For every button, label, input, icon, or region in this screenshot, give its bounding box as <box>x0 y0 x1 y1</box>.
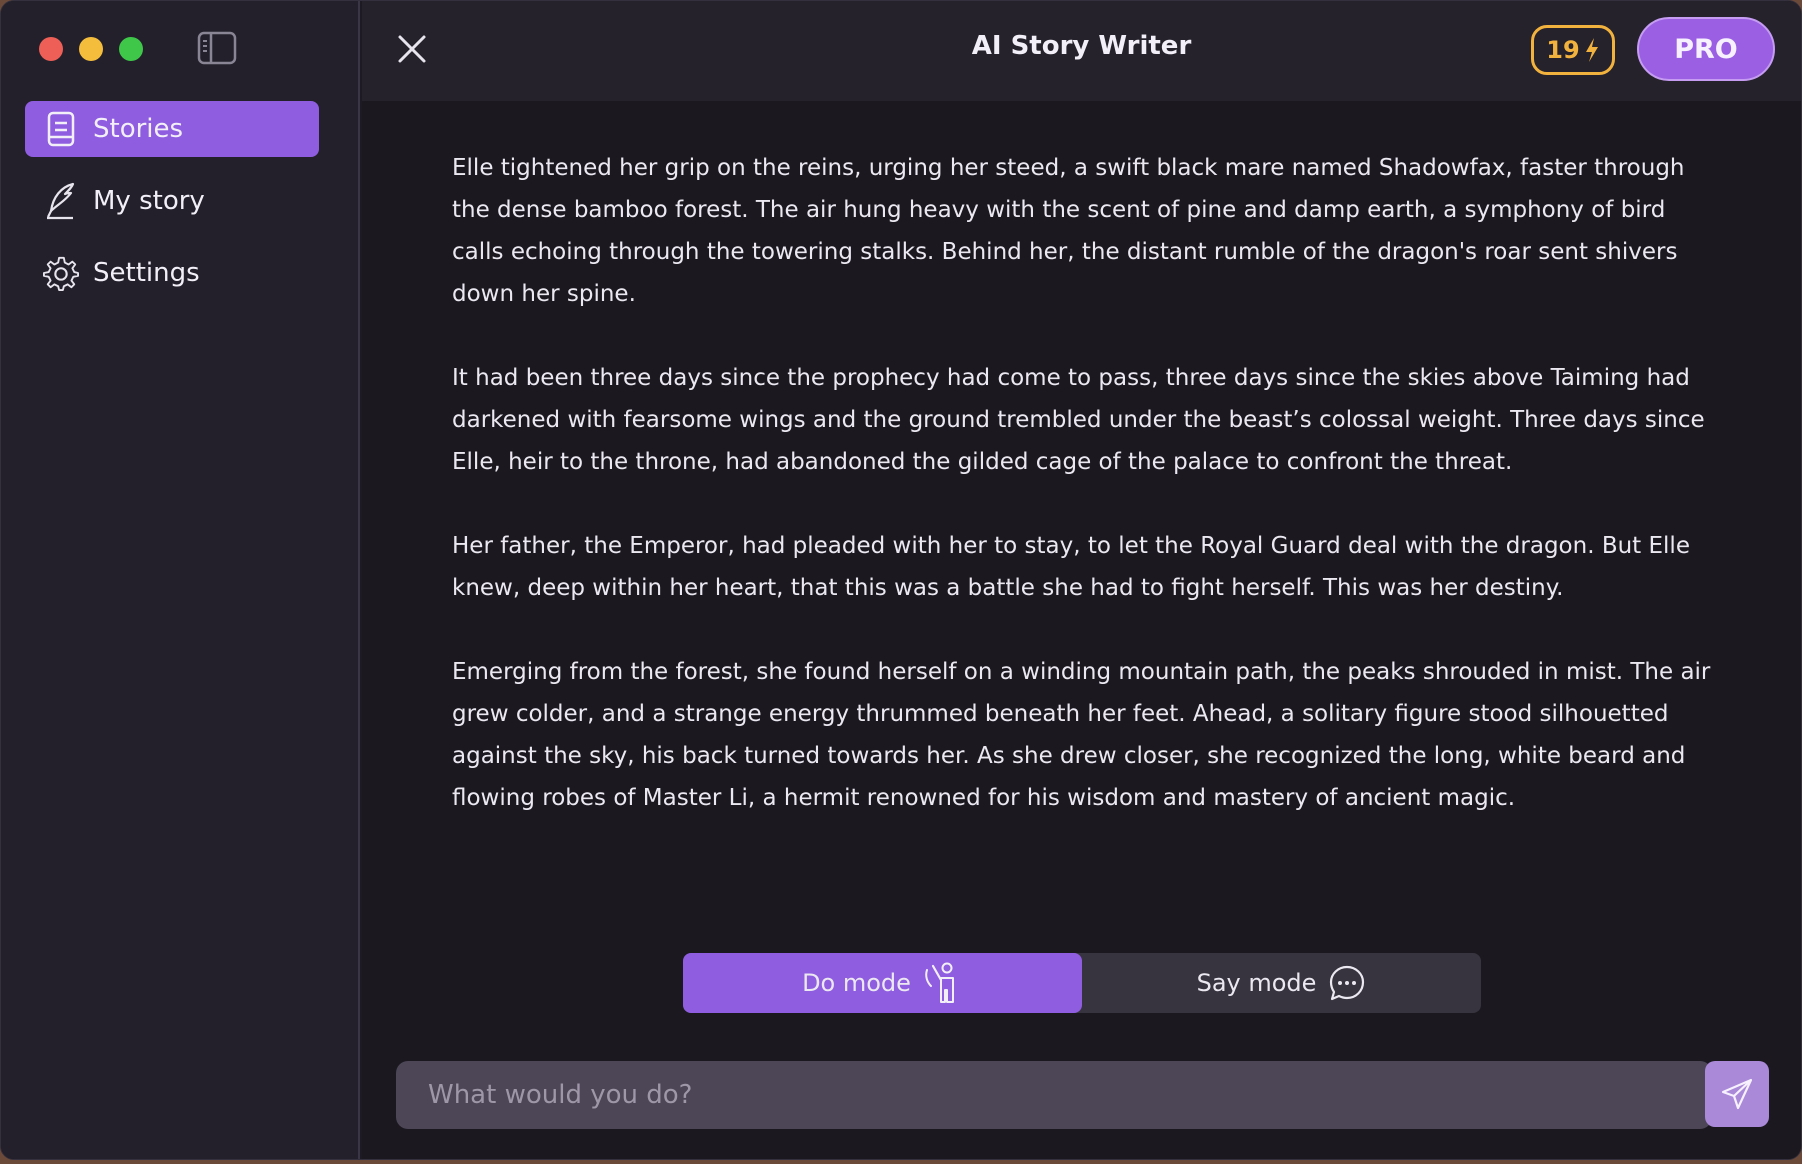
credits-count: 19 <box>1546 36 1580 64</box>
say-mode-label: Say mode <box>1196 969 1317 997</box>
sidebar: Stories My story Settings <box>1 1 360 1159</box>
window-controls <box>39 37 143 61</box>
do-mode-label: Do mode <box>802 969 911 997</box>
person-waving-icon <box>925 962 954 1003</box>
sidebar-item-settings[interactable]: Settings <box>25 245 319 301</box>
sidebar-item-label: My story <box>93 186 205 216</box>
send-button[interactable] <box>1705 1061 1769 1127</box>
credits-badge[interactable]: 19 <box>1531 25 1615 75</box>
send-icon <box>1721 1078 1753 1110</box>
say-mode-button[interactable]: Say mode <box>1082 953 1481 1013</box>
do-mode-button[interactable]: Do mode <box>683 953 1082 1013</box>
main-panel: AI Story Writer 19 PRO Elle tightened he… <box>362 1 1801 1159</box>
close-window-button[interactable] <box>39 37 63 61</box>
gear-icon <box>43 255 79 292</box>
speech-bubble-icon <box>1330 965 1365 1001</box>
sidebar-item-stories[interactable]: Stories <box>25 101 319 157</box>
action-input-container <box>396 1061 1712 1129</box>
story-content: Elle tightened her grip on the reins, ur… <box>452 147 1722 861</box>
maximize-window-button[interactable] <box>119 37 143 61</box>
sidebar-toggle-icon[interactable] <box>197 31 237 65</box>
story-paragraph: It had been three days since the prophec… <box>452 365 1705 475</box>
story-paragraph: Her father, the Emperor, had pleaded wit… <box>452 533 1690 601</box>
sidebar-item-label: Stories <box>93 114 184 144</box>
pro-button[interactable]: PRO <box>1637 17 1775 81</box>
sidebar-nav: Stories My story Settings <box>25 101 319 317</box>
lightning-icon <box>1585 38 1598 62</box>
sidebar-item-label: Settings <box>93 258 200 288</box>
sidebar-item-my-story[interactable]: My story <box>25 173 319 229</box>
book-icon <box>43 111 79 147</box>
quill-icon <box>43 182 79 220</box>
minimize-window-button[interactable] <box>79 37 103 61</box>
action-input[interactable] <box>428 1080 1712 1110</box>
app-window: Stories My story Settings AI Story Write… <box>0 0 1802 1160</box>
top-bar: AI Story Writer 19 PRO <box>362 1 1801 101</box>
story-paragraph: Elle tightened her grip on the reins, ur… <box>452 155 1685 307</box>
mode-toggle: Do mode Say mode <box>683 953 1481 1013</box>
story-paragraph: Emerging from the forest, she found hers… <box>452 659 1711 811</box>
